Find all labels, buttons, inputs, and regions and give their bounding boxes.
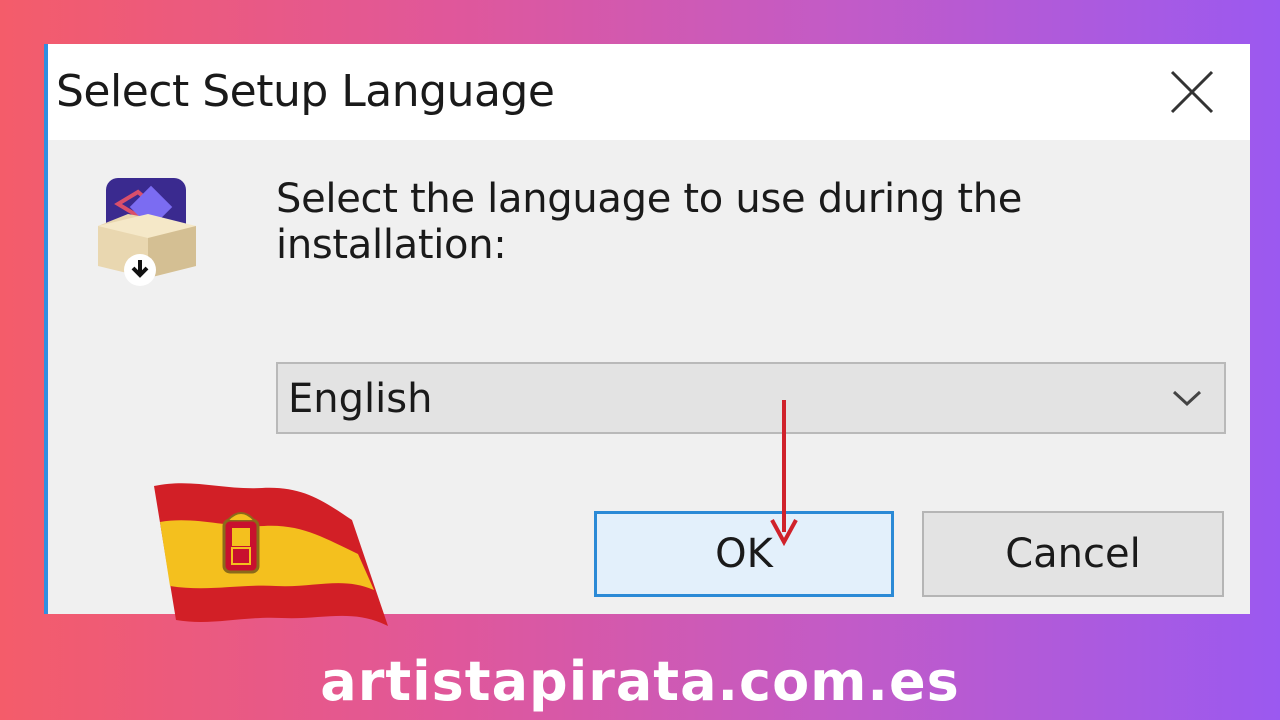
dialog-title: Select Setup Language: [56, 66, 555, 117]
close-icon: [1170, 70, 1214, 114]
title-bar: Select Setup Language: [48, 44, 1250, 140]
setup-language-dialog: Select Setup Language Select the languag…: [44, 44, 1250, 626]
red-arrow-annotation: [770, 400, 798, 546]
cancel-button[interactable]: Cancel: [922, 511, 1224, 597]
ok-button[interactable]: OK: [594, 511, 894, 597]
language-select-value: English: [288, 376, 433, 422]
spain-flag-image: [154, 483, 388, 626]
close-button[interactable]: [1164, 64, 1220, 120]
chevron-down-icon: [1172, 390, 1202, 407]
prompt-text: Select the language to use during the in…: [276, 176, 1023, 268]
installer-box-icon: [98, 178, 196, 286]
language-select[interactable]: English: [276, 362, 1226, 434]
site-watermark: artistapirata.com.es: [320, 650, 960, 713]
